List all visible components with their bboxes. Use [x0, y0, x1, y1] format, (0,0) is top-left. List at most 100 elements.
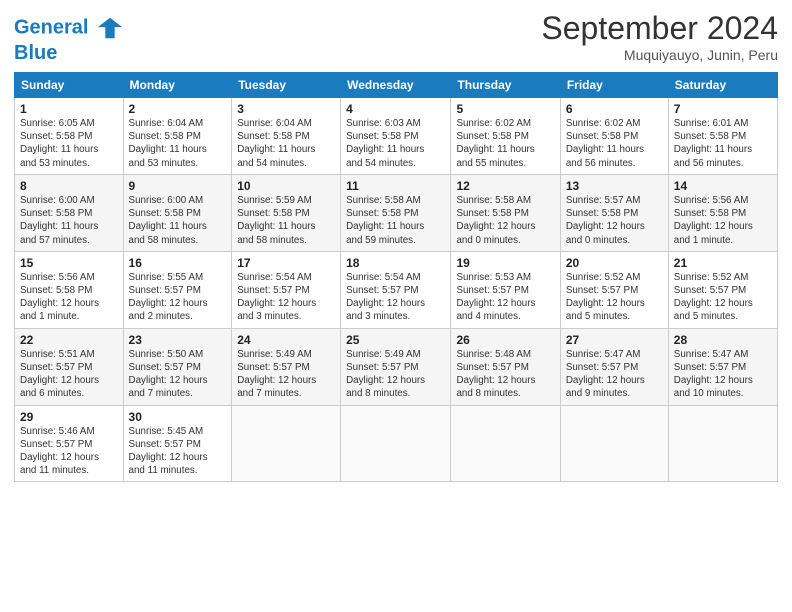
calendar-cell: 25Sunrise: 5:49 AM Sunset: 5:57 PM Dayli…: [341, 328, 451, 405]
day-info: Sunrise: 6:04 AM Sunset: 5:58 PM Dayligh…: [237, 117, 335, 170]
day-info: Sunrise: 5:58 AM Sunset: 5:58 PM Dayligh…: [346, 194, 445, 247]
day-info: Sunrise: 5:54 AM Sunset: 5:57 PM Dayligh…: [346, 271, 445, 324]
calendar-cell: 7Sunrise: 6:01 AM Sunset: 5:58 PM Daylig…: [668, 98, 777, 175]
day-number: 28: [674, 333, 772, 347]
logo: General Blue: [14, 14, 124, 64]
calendar-cell: 11Sunrise: 5:58 AM Sunset: 5:58 PM Dayli…: [341, 174, 451, 251]
calendar-cell: 9Sunrise: 6:00 AM Sunset: 5:58 PM Daylig…: [123, 174, 232, 251]
calendar-cell: 20Sunrise: 5:52 AM Sunset: 5:57 PM Dayli…: [560, 251, 668, 328]
calendar-cell: 6Sunrise: 6:02 AM Sunset: 5:58 PM Daylig…: [560, 98, 668, 175]
location: Muquiyauyo, Junin, Peru: [541, 47, 778, 63]
logo-text-general: General: [14, 16, 88, 38]
day-info: Sunrise: 5:56 AM Sunset: 5:58 PM Dayligh…: [674, 194, 772, 247]
day-number: 30: [129, 410, 227, 424]
calendar-cell: 24Sunrise: 5:49 AM Sunset: 5:57 PM Dayli…: [232, 328, 341, 405]
calendar-week-5: 29Sunrise: 5:46 AM Sunset: 5:57 PM Dayli…: [15, 405, 778, 482]
day-info: Sunrise: 5:50 AM Sunset: 5:57 PM Dayligh…: [129, 348, 227, 401]
day-number: 13: [566, 179, 663, 193]
day-info: Sunrise: 6:04 AM Sunset: 5:58 PM Dayligh…: [129, 117, 227, 170]
day-number: 4: [346, 102, 445, 116]
day-info: Sunrise: 6:02 AM Sunset: 5:58 PM Dayligh…: [456, 117, 554, 170]
calendar-cell: 5Sunrise: 6:02 AM Sunset: 5:58 PM Daylig…: [451, 98, 560, 175]
weekday-header-wednesday: Wednesday: [341, 73, 451, 98]
day-number: 6: [566, 102, 663, 116]
calendar-cell: 29Sunrise: 5:46 AM Sunset: 5:57 PM Dayli…: [15, 405, 124, 482]
calendar-week-4: 22Sunrise: 5:51 AM Sunset: 5:57 PM Dayli…: [15, 328, 778, 405]
day-info: Sunrise: 6:00 AM Sunset: 5:58 PM Dayligh…: [129, 194, 227, 247]
day-info: Sunrise: 5:59 AM Sunset: 5:58 PM Dayligh…: [237, 194, 335, 247]
calendar-header-row: SundayMondayTuesdayWednesdayThursdayFrid…: [15, 73, 778, 98]
day-info: Sunrise: 5:46 AM Sunset: 5:57 PM Dayligh…: [20, 425, 118, 478]
weekday-header-sunday: Sunday: [15, 73, 124, 98]
day-info: Sunrise: 5:45 AM Sunset: 5:57 PM Dayligh…: [129, 425, 227, 478]
day-info: Sunrise: 6:01 AM Sunset: 5:58 PM Dayligh…: [674, 117, 772, 170]
month-title: September 2024: [541, 10, 778, 47]
calendar-cell: [560, 405, 668, 482]
calendar-cell: 3Sunrise: 6:04 AM Sunset: 5:58 PM Daylig…: [232, 98, 341, 175]
day-number: 3: [237, 102, 335, 116]
day-info: Sunrise: 6:00 AM Sunset: 5:58 PM Dayligh…: [20, 194, 118, 247]
calendar-cell: 23Sunrise: 5:50 AM Sunset: 5:57 PM Dayli…: [123, 328, 232, 405]
day-number: 9: [129, 179, 227, 193]
weekday-header-saturday: Saturday: [668, 73, 777, 98]
calendar-cell: 27Sunrise: 5:47 AM Sunset: 5:57 PM Dayli…: [560, 328, 668, 405]
day-info: Sunrise: 5:51 AM Sunset: 5:57 PM Dayligh…: [20, 348, 118, 401]
calendar-cell: 22Sunrise: 5:51 AM Sunset: 5:57 PM Dayli…: [15, 328, 124, 405]
day-number: 26: [456, 333, 554, 347]
day-info: Sunrise: 6:02 AM Sunset: 5:58 PM Dayligh…: [566, 117, 663, 170]
calendar-cell: 28Sunrise: 5:47 AM Sunset: 5:57 PM Dayli…: [668, 328, 777, 405]
day-number: 8: [20, 179, 118, 193]
calendar-cell: 19Sunrise: 5:53 AM Sunset: 5:57 PM Dayli…: [451, 251, 560, 328]
calendar-cell: 10Sunrise: 5:59 AM Sunset: 5:58 PM Dayli…: [232, 174, 341, 251]
calendar-cell: 13Sunrise: 5:57 AM Sunset: 5:58 PM Dayli…: [560, 174, 668, 251]
day-number: 18: [346, 256, 445, 270]
day-number: 11: [346, 179, 445, 193]
day-number: 24: [237, 333, 335, 347]
day-number: 7: [674, 102, 772, 116]
day-info: Sunrise: 5:48 AM Sunset: 5:57 PM Dayligh…: [456, 348, 554, 401]
calendar-cell: [451, 405, 560, 482]
calendar-cell: 1Sunrise: 6:05 AM Sunset: 5:58 PM Daylig…: [15, 98, 124, 175]
day-number: 14: [674, 179, 772, 193]
calendar-cell: [232, 405, 341, 482]
day-number: 2: [129, 102, 227, 116]
calendar-week-2: 8Sunrise: 6:00 AM Sunset: 5:58 PM Daylig…: [15, 174, 778, 251]
weekday-header-thursday: Thursday: [451, 73, 560, 98]
day-info: Sunrise: 5:49 AM Sunset: 5:57 PM Dayligh…: [237, 348, 335, 401]
calendar-table: SundayMondayTuesdayWednesdayThursdayFrid…: [14, 72, 778, 482]
day-number: 5: [456, 102, 554, 116]
day-number: 23: [129, 333, 227, 347]
day-number: 16: [129, 256, 227, 270]
day-number: 17: [237, 256, 335, 270]
day-number: 27: [566, 333, 663, 347]
calendar-cell: 14Sunrise: 5:56 AM Sunset: 5:58 PM Dayli…: [668, 174, 777, 251]
day-info: Sunrise: 5:58 AM Sunset: 5:58 PM Dayligh…: [456, 194, 554, 247]
calendar-cell: 16Sunrise: 5:55 AM Sunset: 5:57 PM Dayli…: [123, 251, 232, 328]
day-number: 1: [20, 102, 118, 116]
calendar-cell: 17Sunrise: 5:54 AM Sunset: 5:57 PM Dayli…: [232, 251, 341, 328]
calendar-week-3: 15Sunrise: 5:56 AM Sunset: 5:58 PM Dayli…: [15, 251, 778, 328]
calendar-cell: 21Sunrise: 5:52 AM Sunset: 5:57 PM Dayli…: [668, 251, 777, 328]
day-info: Sunrise: 6:05 AM Sunset: 5:58 PM Dayligh…: [20, 117, 118, 170]
day-number: 25: [346, 333, 445, 347]
calendar-cell: 12Sunrise: 5:58 AM Sunset: 5:58 PM Dayli…: [451, 174, 560, 251]
day-info: Sunrise: 5:55 AM Sunset: 5:57 PM Dayligh…: [129, 271, 227, 324]
day-info: Sunrise: 5:52 AM Sunset: 5:57 PM Dayligh…: [674, 271, 772, 324]
day-info: Sunrise: 5:57 AM Sunset: 5:58 PM Dayligh…: [566, 194, 663, 247]
calendar-week-1: 1Sunrise: 6:05 AM Sunset: 5:58 PM Daylig…: [15, 98, 778, 175]
day-number: 19: [456, 256, 554, 270]
calendar-cell: 8Sunrise: 6:00 AM Sunset: 5:58 PM Daylig…: [15, 174, 124, 251]
title-block: September 2024 Muquiyauyo, Junin, Peru: [541, 10, 778, 63]
day-number: 10: [237, 179, 335, 193]
calendar-cell: 15Sunrise: 5:56 AM Sunset: 5:58 PM Dayli…: [15, 251, 124, 328]
day-number: 22: [20, 333, 118, 347]
logo-text-blue: Blue: [14, 42, 124, 64]
day-number: 21: [674, 256, 772, 270]
day-info: Sunrise: 5:52 AM Sunset: 5:57 PM Dayligh…: [566, 271, 663, 324]
day-info: Sunrise: 5:47 AM Sunset: 5:57 PM Dayligh…: [674, 348, 772, 401]
day-info: Sunrise: 5:49 AM Sunset: 5:57 PM Dayligh…: [346, 348, 445, 401]
day-info: Sunrise: 5:47 AM Sunset: 5:57 PM Dayligh…: [566, 348, 663, 401]
day-number: 15: [20, 256, 118, 270]
day-info: Sunrise: 5:53 AM Sunset: 5:57 PM Dayligh…: [456, 271, 554, 324]
day-number: 12: [456, 179, 554, 193]
